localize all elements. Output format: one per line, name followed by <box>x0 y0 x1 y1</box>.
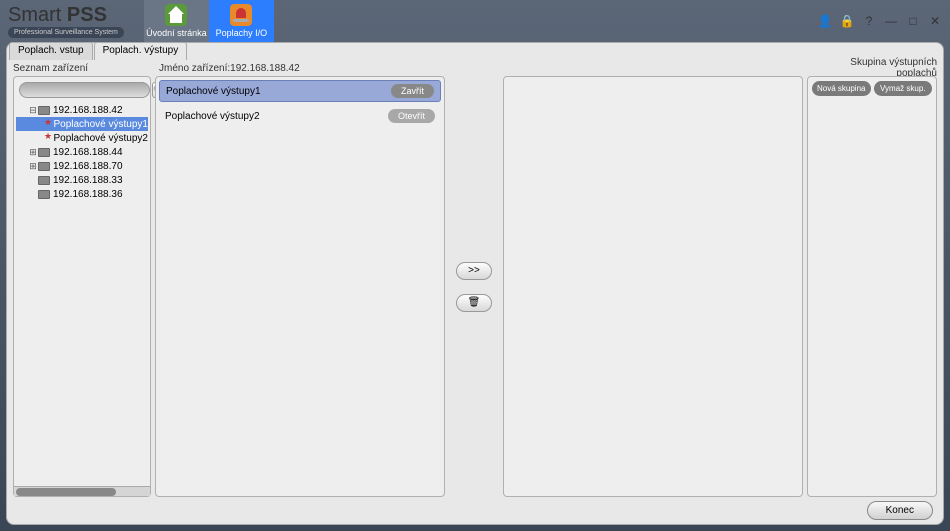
end-button[interactable]: Konec <box>867 501 933 520</box>
collapse-icon[interactable]: ⊟ <box>28 105 38 116</box>
tree-node-device[interactable]: 192.168.188.33 <box>16 173 148 187</box>
device-tree[interactable]: ⊟ 192.168.188.42 Poplachové výstupy1 Popl… <box>14 103 150 486</box>
help-icon[interactable]: ? <box>862 14 876 28</box>
tree-node-device[interactable]: ⊞ 192.168.188.44 <box>16 145 148 159</box>
alarm-icon <box>230 4 252 26</box>
list-item[interactable]: Poplachové výstupy2 Otevřít <box>159 105 441 127</box>
tree-node-device[interactable]: ⊟ 192.168.188.42 <box>16 103 148 117</box>
footer: Konec <box>7 497 943 520</box>
device-icon <box>38 106 50 115</box>
lock-icon[interactable]: 🔒 <box>840 14 854 28</box>
tree-label: 192.168.188.42 <box>53 105 123 116</box>
alarm-output-icon <box>44 119 50 129</box>
blank-icon <box>28 175 38 185</box>
label-device-name: Jméno zařízení:192.168.188.42 <box>159 63 807 74</box>
title-bar: Smart PSS Professional Surveillance Syst… <box>0 0 950 42</box>
sub-tabs: Poplach. vstup Poplach. výstupy <box>7 42 943 60</box>
app-tagline: Professional Surveillance System <box>8 27 124 38</box>
app-logo: Smart PSS Professional Surveillance Syst… <box>8 4 124 38</box>
app-title: Smart PSS <box>8 4 124 27</box>
device-icon <box>38 162 50 171</box>
list-item-label: Poplachové výstupy2 <box>165 111 388 122</box>
new-group-button[interactable]: Nová skupina <box>812 81 871 96</box>
outputs-list-panel: Poplachové výstupy1 Zavřít Poplachové vý… <box>155 76 445 497</box>
window-controls: 👤 🔒 ? — □ ✕ <box>818 14 942 28</box>
trash-icon: 🗑 <box>468 297 481 308</box>
device-icon <box>38 190 50 199</box>
tree-label: 192.168.188.44 <box>53 147 123 158</box>
device-tree-panel: 🔍 ⊟ 192.168.188.42 Poplachové výstupy1 Po… <box>13 76 151 497</box>
main-tabs: Úvodní stránka Poplachy I/O <box>144 0 274 42</box>
tree-label: Poplachové výstupy1 <box>53 119 148 130</box>
list-item[interactable]: Poplachové výstupy1 Zavřít <box>159 80 441 102</box>
device-icon <box>38 176 50 185</box>
expand-icon[interactable]: ⊞ <box>28 147 38 158</box>
alarm-output-icon <box>44 133 50 143</box>
transfer-controls: >> 🗑 <box>449 76 499 497</box>
section-labels: Seznam zařízení Jméno zařízení:192.168.1… <box>7 60 943 76</box>
minimize-icon[interactable]: — <box>884 14 898 28</box>
tree-node-device[interactable]: 192.168.188.36 <box>16 187 148 201</box>
label-device-list: Seznam zařízení <box>13 63 159 74</box>
tree-node-device[interactable]: ⊞ 192.168.188.70 <box>16 159 148 173</box>
panels-row: 🔍 ⊟ 192.168.188.42 Poplachové výstupy1 Po… <box>7 76 943 497</box>
close-icon[interactable]: ✕ <box>928 14 942 28</box>
list-item-label: Poplachové výstupy1 <box>166 86 391 97</box>
close-output-button[interactable]: Zavřít <box>391 84 434 98</box>
search-input[interactable] <box>19 82 150 98</box>
home-icon <box>165 4 187 26</box>
groups-panel: Nová skupina Vymaž skup. <box>807 76 937 497</box>
tree-label: 192.168.188.70 <box>53 161 123 172</box>
delete-group-button[interactable]: Vymaž skup. <box>874 81 933 96</box>
tab-home-label: Úvodní stránka <box>146 28 207 38</box>
scrollbar-thumb[interactable] <box>16 488 116 496</box>
group-buttons: Nová skupina Vymaž skup. <box>808 77 936 100</box>
move-right-button[interactable]: >> <box>456 262 492 280</box>
horizontal-scrollbar[interactable] <box>14 486 150 496</box>
tab-alarm-io[interactable]: Poplachy I/O <box>209 0 274 42</box>
device-icon <box>38 148 50 157</box>
delete-button[interactable]: 🗑 <box>456 294 492 312</box>
subtab-alarm-output[interactable]: Poplach. výstupy <box>94 42 188 60</box>
tree-label: 192.168.188.36 <box>53 189 123 200</box>
tab-home[interactable]: Úvodní stránka <box>144 0 209 42</box>
group-contents-panel <box>503 76 803 497</box>
tree-label: Poplachové výstupy2 <box>53 133 148 144</box>
tree-label: 192.168.188.33 <box>53 175 123 186</box>
open-output-button[interactable]: Otevřít <box>388 109 435 123</box>
tab-alarm-io-label: Poplachy I/O <box>216 28 268 38</box>
tree-node-output[interactable]: Poplachové výstupy2 <box>16 131 148 145</box>
search-row: 🔍 <box>14 77 150 103</box>
user-icon[interactable]: 👤 <box>818 14 832 28</box>
subtab-alarm-input[interactable]: Poplach. vstup <box>9 42 93 60</box>
blank-icon <box>28 189 38 199</box>
expand-icon[interactable]: ⊞ <box>28 161 38 172</box>
tree-node-output[interactable]: Poplachové výstupy1 <box>16 117 148 131</box>
maximize-icon[interactable]: □ <box>906 14 920 28</box>
main-content: Poplach. vstup Poplach. výstupy Seznam z… <box>6 42 944 525</box>
